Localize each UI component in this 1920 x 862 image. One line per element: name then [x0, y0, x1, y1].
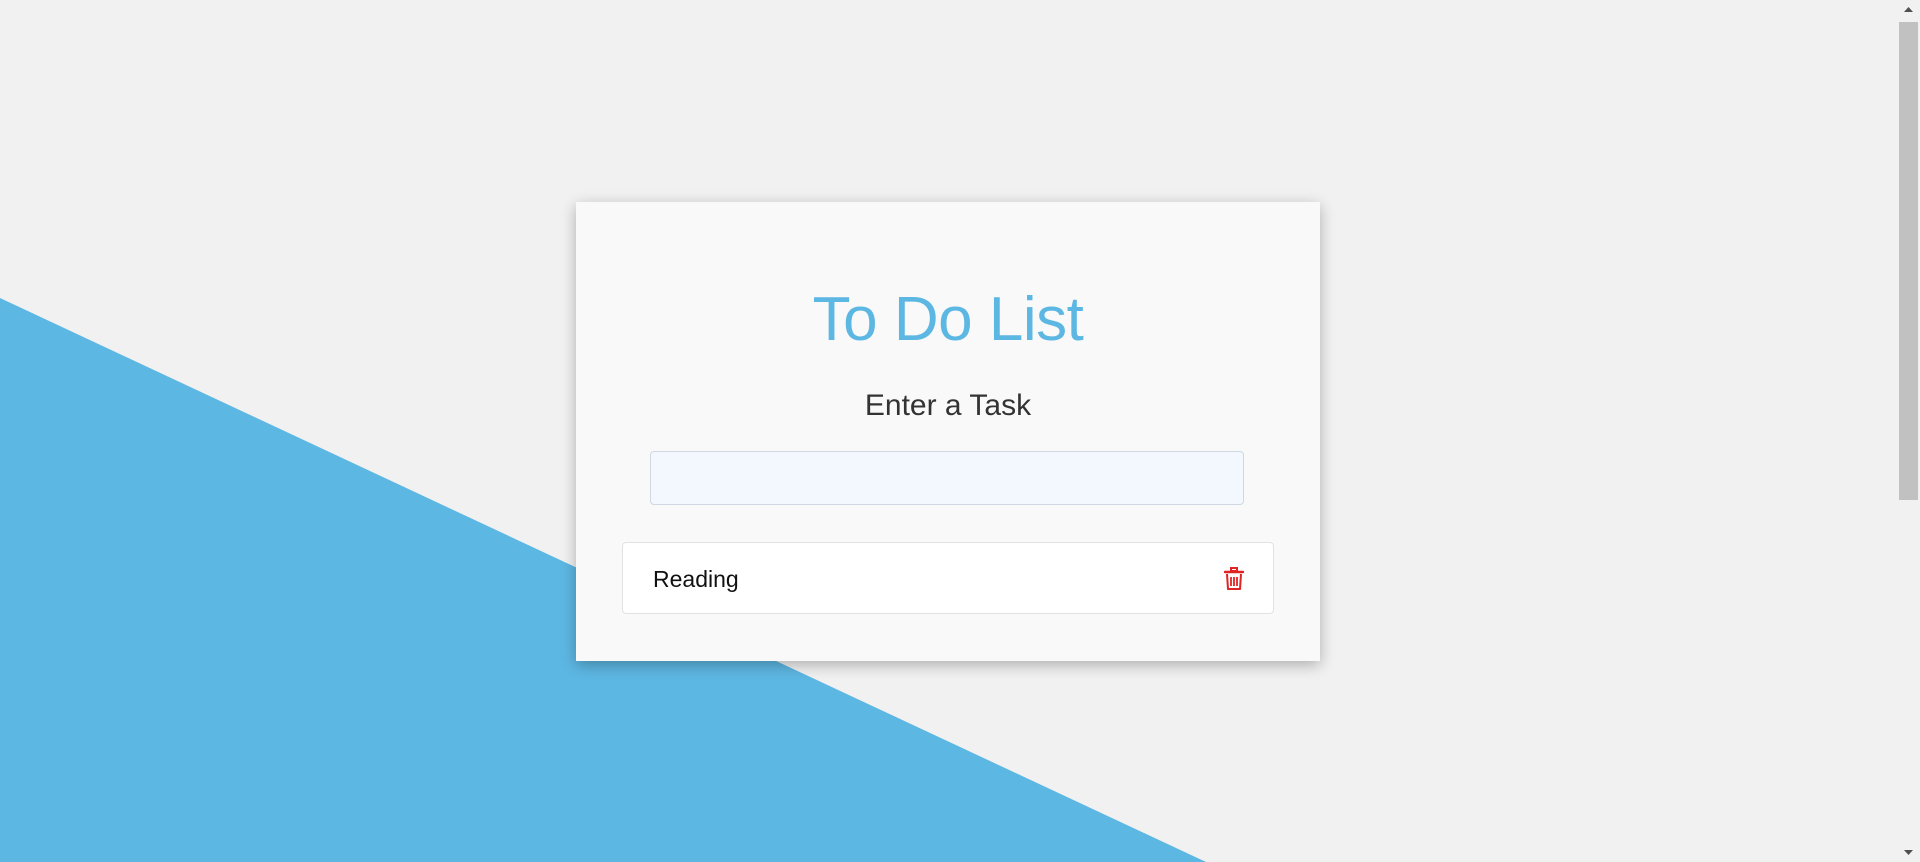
arrow-up-icon[interactable]	[1897, 0, 1920, 20]
trash-icon	[1223, 567, 1245, 590]
task-item: Reading	[622, 542, 1274, 614]
page: To Do List Enter a Task Reading	[0, 0, 1920, 862]
delete-task-button[interactable]	[1223, 567, 1245, 591]
task-list: Reading	[622, 542, 1274, 614]
vertical-scrollbar[interactable]	[1897, 0, 1920, 862]
todo-card: To Do List Enter a Task Reading	[576, 202, 1320, 661]
scrollbar-thumb[interactable]	[1899, 22, 1918, 500]
task-text: Reading	[653, 566, 739, 592]
app-title: To Do List	[812, 285, 1084, 354]
task-prompt: Enter a Task	[864, 389, 1032, 422]
task-input[interactable]	[650, 451, 1244, 505]
arrow-down-icon[interactable]	[1897, 842, 1920, 862]
